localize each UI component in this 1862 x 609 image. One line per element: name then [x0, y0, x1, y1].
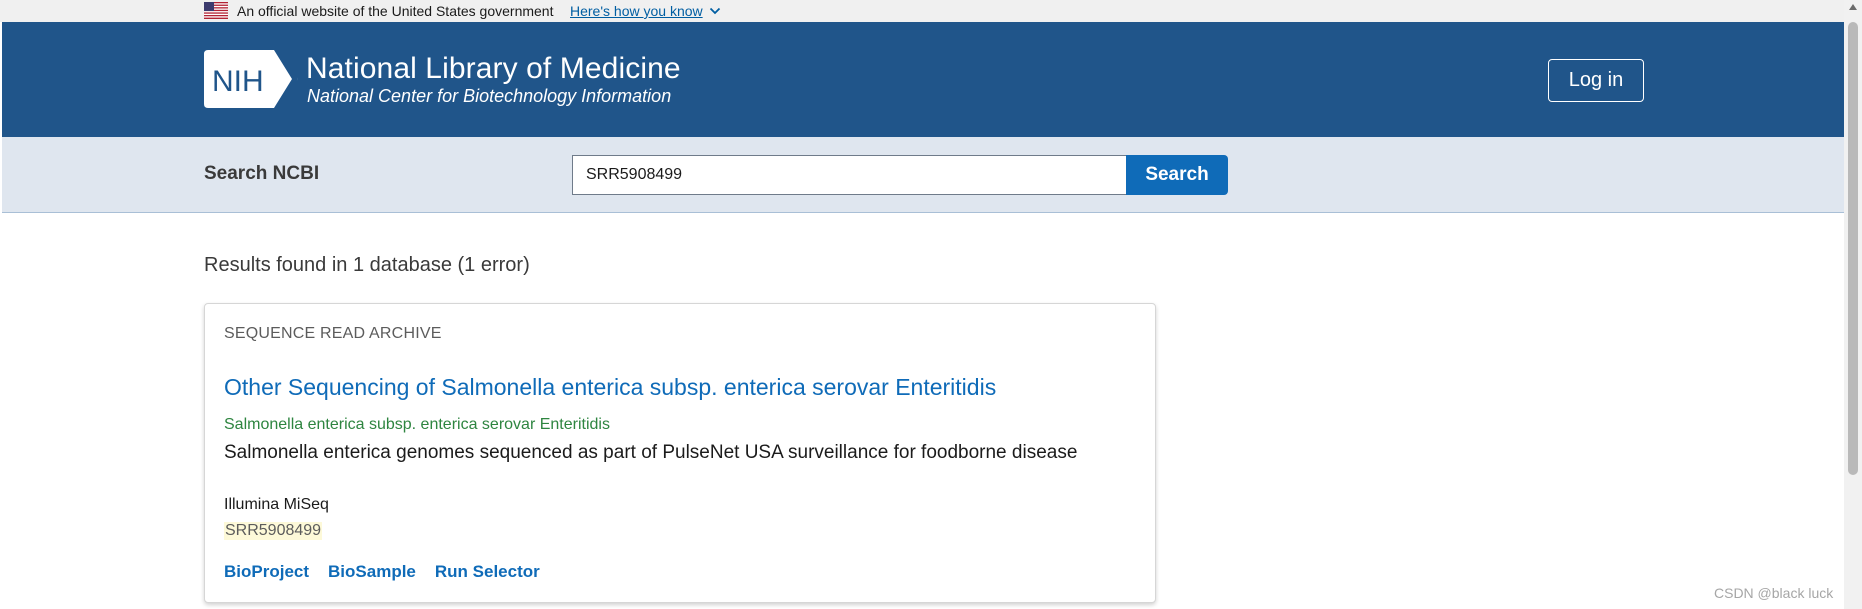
search-input[interactable]	[572, 155, 1127, 195]
scroll-up-arrow-icon[interactable]	[1849, 4, 1857, 10]
gov-banner-text: An official website of the United States…	[237, 3, 554, 19]
heres-how-you-know-link[interactable]: Here's how you know	[570, 3, 703, 19]
platform-name: Illumina MiSeq	[224, 496, 329, 513]
run-selector-link[interactable]: Run Selector	[435, 562, 540, 582]
chevron-down-icon[interactable]	[709, 5, 721, 17]
nih-logo-icon[interactable]: NIH	[204, 50, 298, 108]
scrollbar[interactable]	[1844, 0, 1862, 609]
nih-logo-text: NIH	[212, 65, 264, 98]
result-title-link[interactable]: Other Sequencing of Salmonella enterica …	[224, 374, 996, 401]
us-flag-icon	[204, 2, 228, 19]
search-button[interactable]: Search	[1126, 155, 1228, 195]
login-button[interactable]: Log in	[1548, 59, 1644, 102]
watermark: CSDN @black luck	[1714, 585, 1834, 601]
search-label: Search NCBI	[204, 163, 320, 184]
result-description: Salmonella enterica genomes sequenced as…	[224, 442, 1078, 463]
accession-number: SRR5908499	[224, 522, 323, 540]
database-name: SEQUENCE READ ARCHIVE	[224, 325, 442, 342]
result-links: BioProject BioSample Run Selector	[224, 562, 540, 582]
search-bar: Search NCBI Search	[2, 137, 1844, 213]
bioproject-link[interactable]: BioProject	[224, 562, 309, 582]
biosample-link[interactable]: BioSample	[328, 562, 416, 582]
results-summary: Results found in 1 database (1 error)	[204, 254, 530, 276]
organism-name: Salmonella enterica subsp. enterica sero…	[224, 416, 610, 433]
site-subtitle: National Center for Biotechnology Inform…	[307, 86, 672, 106]
scrollbar-thumb[interactable]	[1848, 22, 1858, 475]
site-header: NIH National Library of Medicine Nationa…	[2, 22, 1844, 137]
result-card: SEQUENCE READ ARCHIVE Other Sequencing o…	[204, 303, 1156, 603]
gov-banner: An official website of the United States…	[0, 0, 1844, 22]
site-title[interactable]: National Library of Medicine	[306, 52, 681, 86]
